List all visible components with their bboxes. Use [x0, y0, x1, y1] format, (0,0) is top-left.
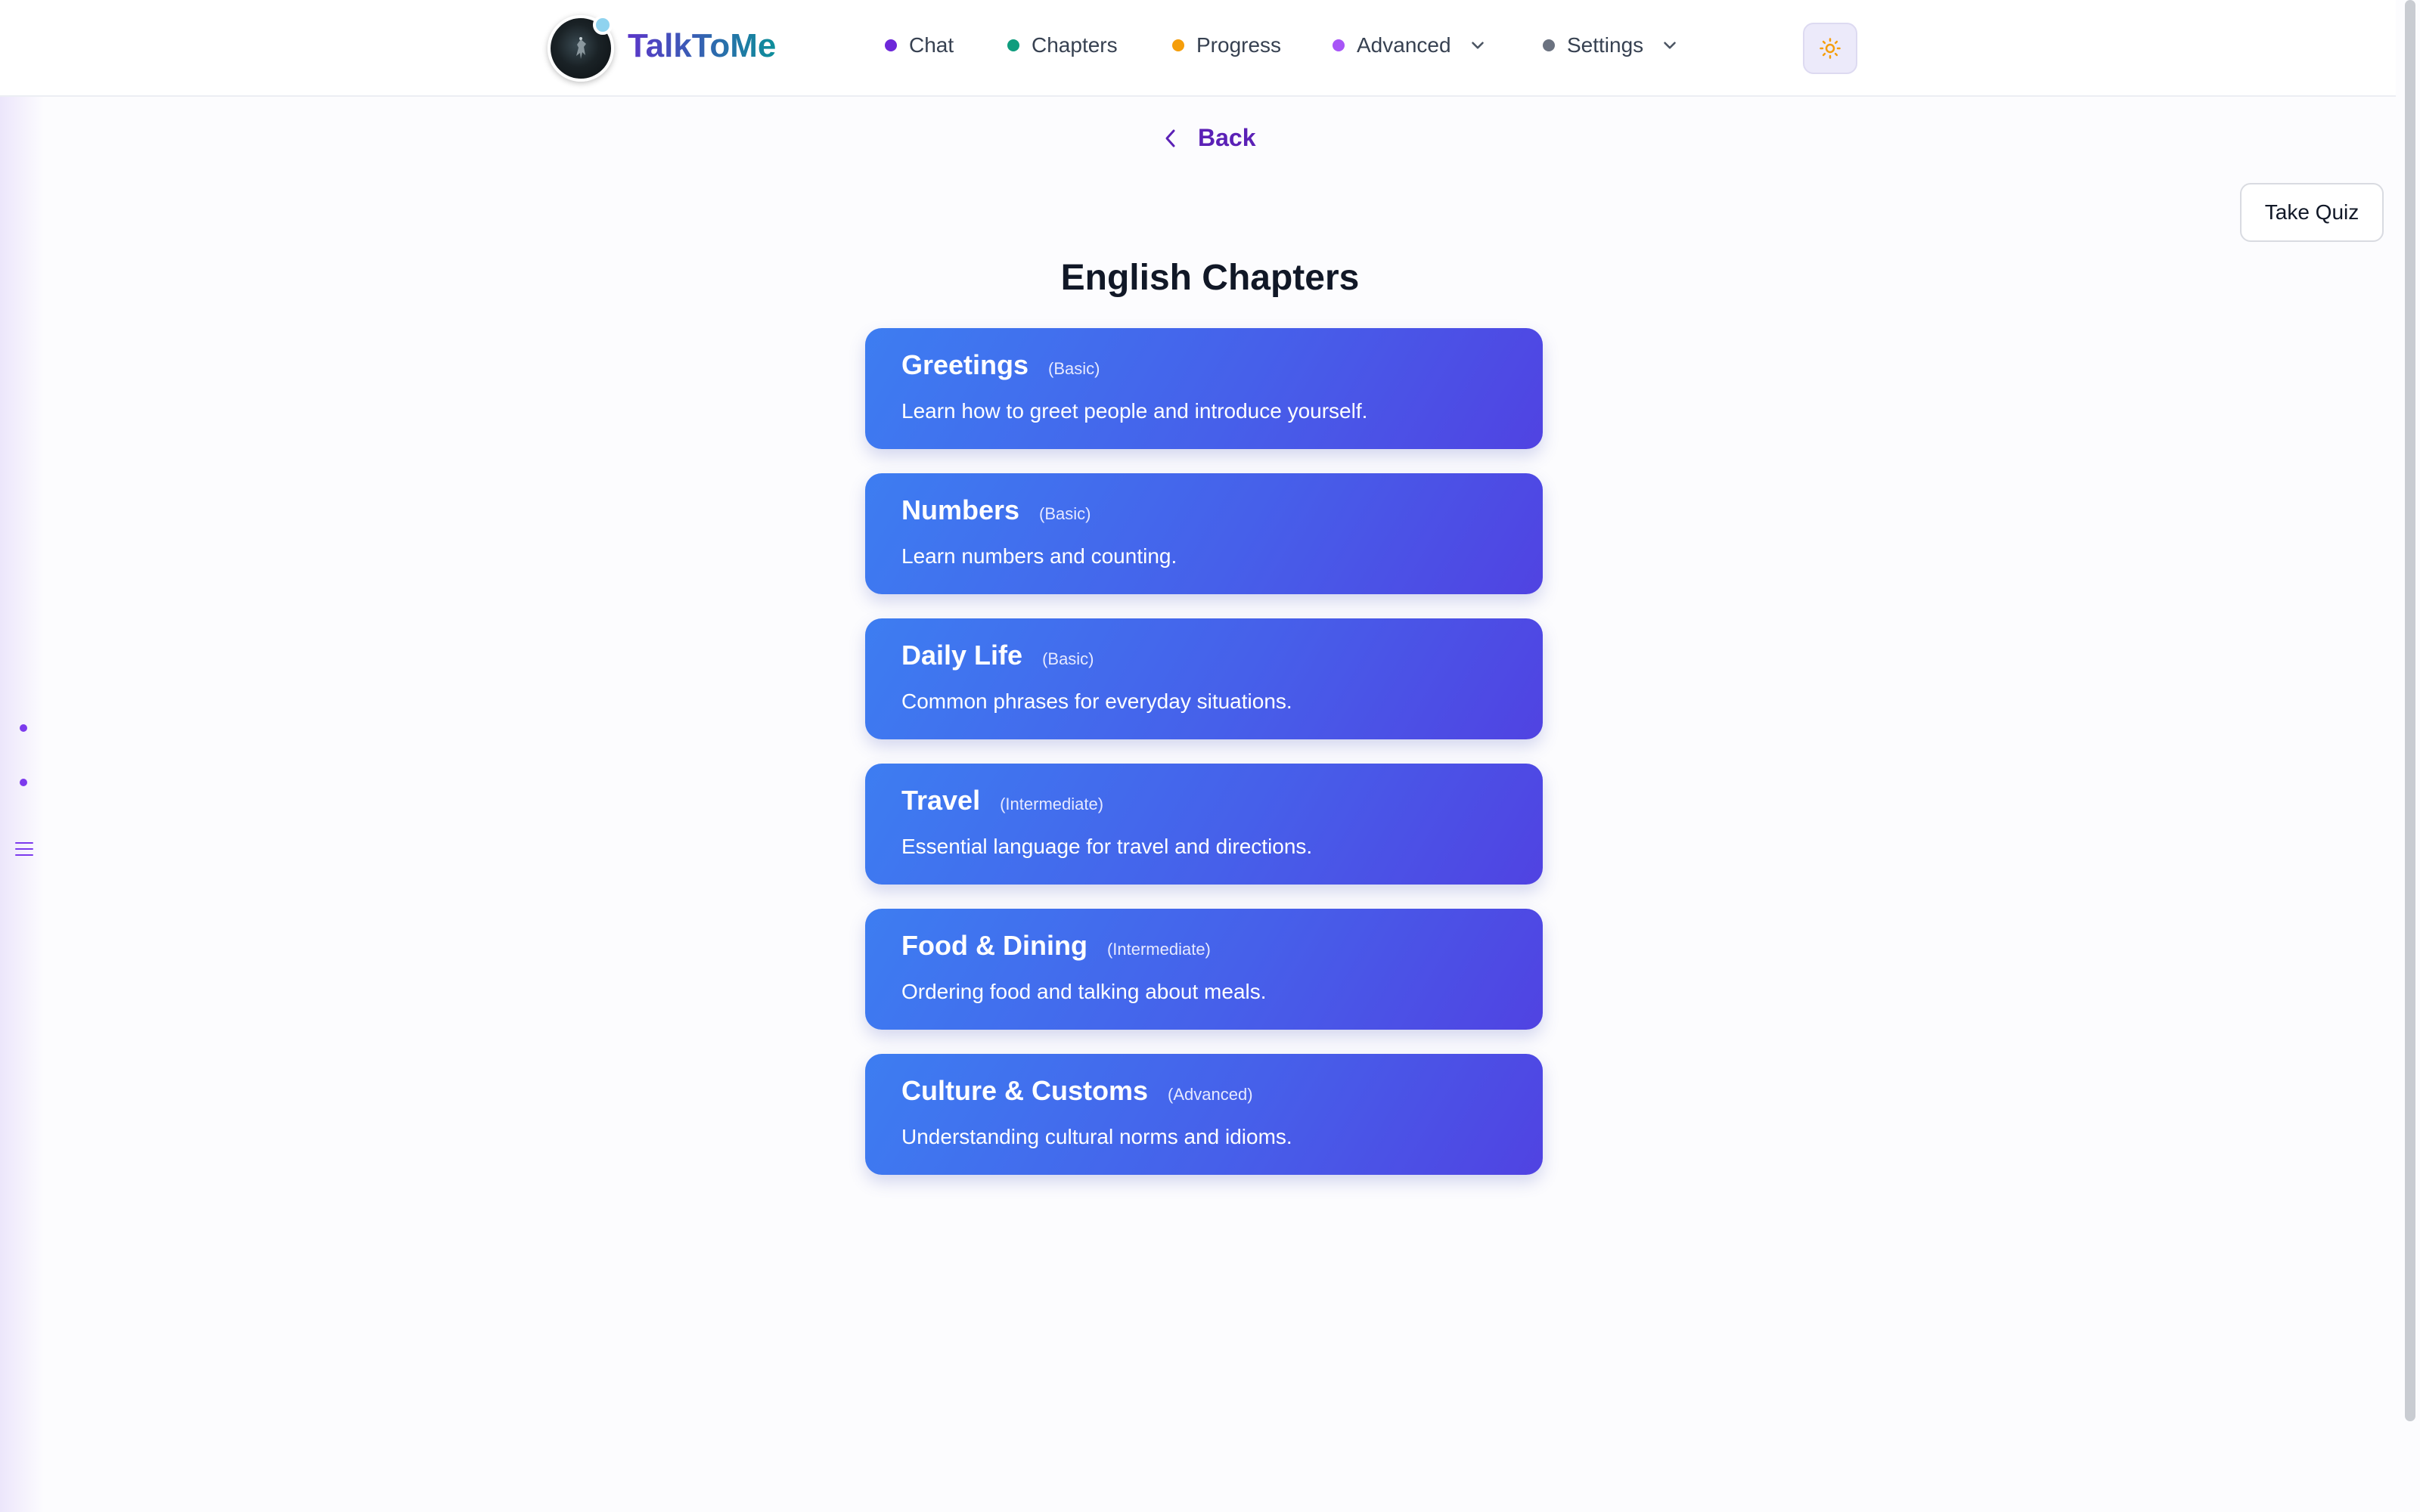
brand-name[interactable]: TalkToMe: [628, 27, 776, 65]
chapter-level: (Intermediate): [1106, 940, 1211, 959]
page-title: English Chapters: [1060, 258, 1360, 298]
back-label: Back: [1198, 124, 1256, 151]
nav-dot-icon: [1172, 39, 1184, 51]
chapter-card-culture-customs[interactable]: Culture & Customs (Advanced) Understandi…: [865, 1054, 1543, 1175]
menu-icon[interactable]: [15, 842, 33, 859]
chapter-level: (Basic): [1042, 649, 1094, 668]
chapter-title: Numbers: [901, 494, 1020, 525]
nav-label: Chat: [909, 33, 954, 57]
top-navbar: TalkToMe Chat Chapters Progress Advanced…: [0, 0, 2396, 97]
chapter-card-food-dining[interactable]: Food & Dining (Intermediate) Ordering fo…: [865, 909, 1543, 1030]
nav-label: Settings: [1567, 33, 1644, 57]
chapter-level: (Basic): [1048, 359, 1100, 378]
avatar-figure-icon: [576, 37, 586, 59]
chapter-level: (Advanced): [1168, 1085, 1253, 1104]
rail-dot-icon: [20, 779, 27, 786]
chapter-description: Ordering food and talking about meals.: [901, 980, 1267, 1003]
sidebar-rail[interactable]: [0, 97, 44, 1512]
chapter-card-daily-life[interactable]: Daily Life (Basic) Common phrases for ev…: [865, 618, 1543, 739]
nav-item-settings[interactable]: Settings: [1543, 33, 1680, 57]
nav-dot-icon: [1007, 39, 1019, 51]
chapter-description: Learn numbers and counting.: [901, 544, 1177, 568]
sun-icon: [1820, 38, 1841, 59]
chapter-card-numbers[interactable]: Numbers (Basic) Learn numbers and counti…: [865, 473, 1543, 594]
nav-dot-icon: [1543, 39, 1555, 51]
logo-avatar[interactable]: [548, 15, 614, 82]
chapter-title: Greetings: [901, 349, 1029, 380]
chevron-down-icon: [1471, 42, 1484, 49]
chapter-card-travel[interactable]: Travel (Intermediate) Essential language…: [865, 764, 1543, 885]
chapter-title: Daily Life: [901, 640, 1023, 671]
chapter-list: Greetings (Basic) Learn how to greet peo…: [865, 328, 1543, 1199]
nav-item-advanced[interactable]: Advanced: [1333, 33, 1488, 57]
chapter-description: Understanding cultural norms and idioms.: [901, 1125, 1292, 1148]
chapter-level: (Intermediate): [1000, 795, 1104, 813]
chapter-card-greetings[interactable]: Greetings (Basic) Learn how to greet peo…: [865, 328, 1543, 449]
chapter-title: Travel: [901, 785, 981, 816]
page: TalkToMe Chat Chapters Progress Advanced…: [0, 0, 2420, 1512]
nav-dot-icon: [885, 39, 897, 51]
page-scrollbar[interactable]: [2405, 0, 2415, 1421]
chapter-description: Learn how to greet people and introduce …: [901, 399, 1368, 423]
nav-label: Progress: [1196, 33, 1282, 57]
nav-item-progress[interactable]: Progress: [1172, 33, 1281, 57]
chevron-down-icon: [1664, 42, 1676, 49]
theme-toggle-button[interactable]: [1803, 23, 1857, 74]
online-status-icon: [593, 15, 613, 35]
chapter-title: Culture & Customs: [901, 1075, 1149, 1106]
chapter-description: Common phrases for everyday situations.: [901, 689, 1292, 713]
nav-item-chat[interactable]: Chat: [885, 33, 954, 57]
chapter-level: (Basic): [1039, 504, 1091, 523]
chevron-left-icon: [1165, 129, 1175, 147]
chapter-title: Food & Dining: [901, 930, 1087, 961]
nav-dot-icon: [1333, 39, 1345, 51]
rail-dot-icon: [20, 724, 27, 732]
back-link[interactable]: Back: [1162, 124, 1256, 152]
nav-label: Chapters: [1032, 33, 1118, 57]
take-quiz-button[interactable]: Take Quiz: [2240, 183, 2384, 242]
chapter-description: Essential language for travel and direct…: [901, 835, 1313, 858]
nav-label: Advanced: [1357, 33, 1451, 57]
nav-item-chapters[interactable]: Chapters: [1007, 33, 1118, 57]
